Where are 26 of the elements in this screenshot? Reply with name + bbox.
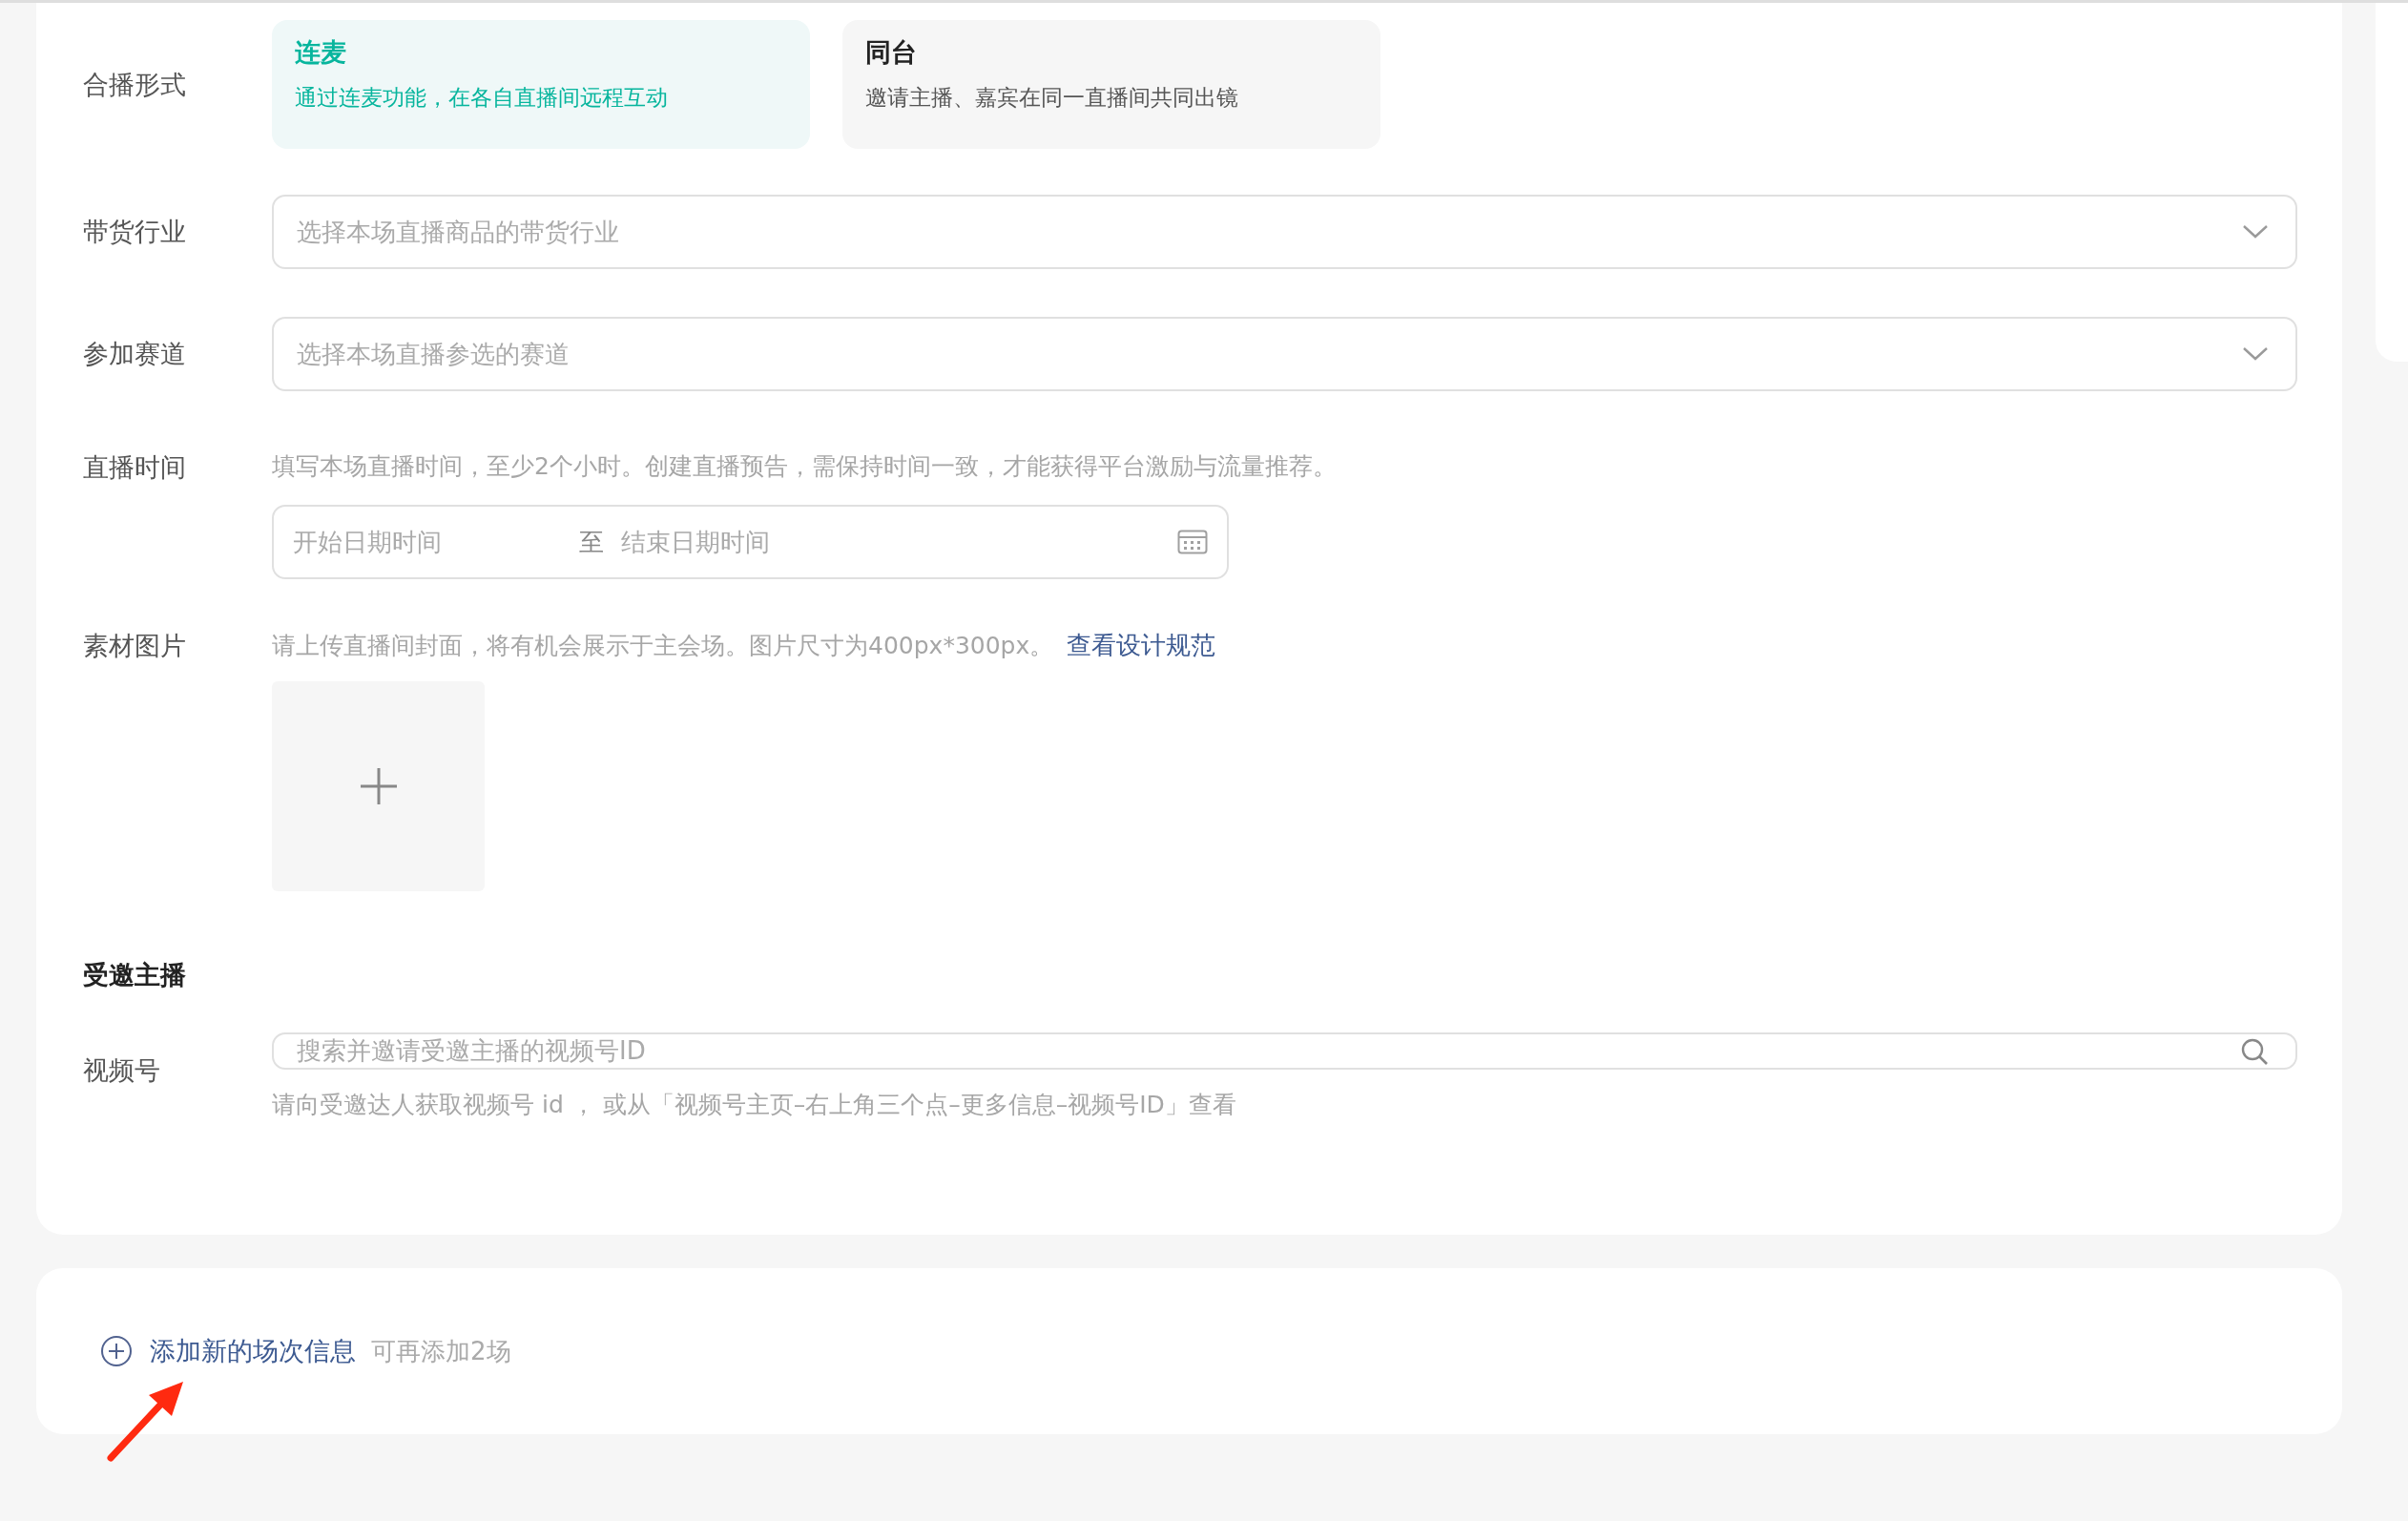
plus-icon <box>358 766 399 806</box>
add-session-link[interactable]: 添加新的场次信息 <box>150 1334 356 1368</box>
mode-option[interactable]: 连麦 通过连麦功能，在各自直播间远程互动 <box>272 20 810 149</box>
design-guide-link[interactable]: 查看设计规范 <box>1067 629 1216 662</box>
date-range-field[interactable]: 开始日期时间 至 结束日期时间 <box>272 505 1229 579</box>
field-label: 直播时间 <box>83 451 187 484</box>
chevron-down-icon <box>2242 346 2269 362</box>
remaining-note: 可再添加2场 <box>371 1335 511 1367</box>
calendar-icon <box>1177 530 1208 554</box>
field-label: 带货行业 <box>83 216 187 248</box>
field-label: 合播形式 <box>83 68 187 101</box>
hint-text: 请向受邀达人获取视频号 id ， 或从「视频号主页–右上角三个点–更多信息–视频号ID」查看 <box>272 1090 1237 1120</box>
plus-circle-icon <box>100 1335 133 1367</box>
chevron-down-icon <box>2242 224 2269 240</box>
search-field[interactable]: 搜索并邀请受邀主播的视频号ID <box>272 1032 2297 1070</box>
select-field[interactable]: 选择本场直播商品的带货行业 <box>272 195 2297 269</box>
section-heading: 受邀主播 <box>83 959 187 991</box>
mode-option[interactable]: 同台 邀请主播、嘉宾在同一直播间共同出镜 <box>842 20 1380 149</box>
field-label: 视频号 <box>83 1054 161 1087</box>
field-label: 素材图片 <box>83 630 187 662</box>
hint-text: 请上传直播间封面，将有机会展示于主会场。图片尺寸为400px*300px。 <box>272 631 1054 661</box>
search-icon <box>2240 1036 2269 1066</box>
select-field[interactable]: 选择本场直播参选的赛道 <box>272 317 2297 391</box>
hint-text: 填写本场直播时间，至少2个小时。创建直播预告，需保持时间一致，才能获得平台激励与流量推荐。 <box>272 451 1338 482</box>
field-label: 参加赛道 <box>83 338 187 370</box>
upload-button[interactable] <box>272 681 485 891</box>
